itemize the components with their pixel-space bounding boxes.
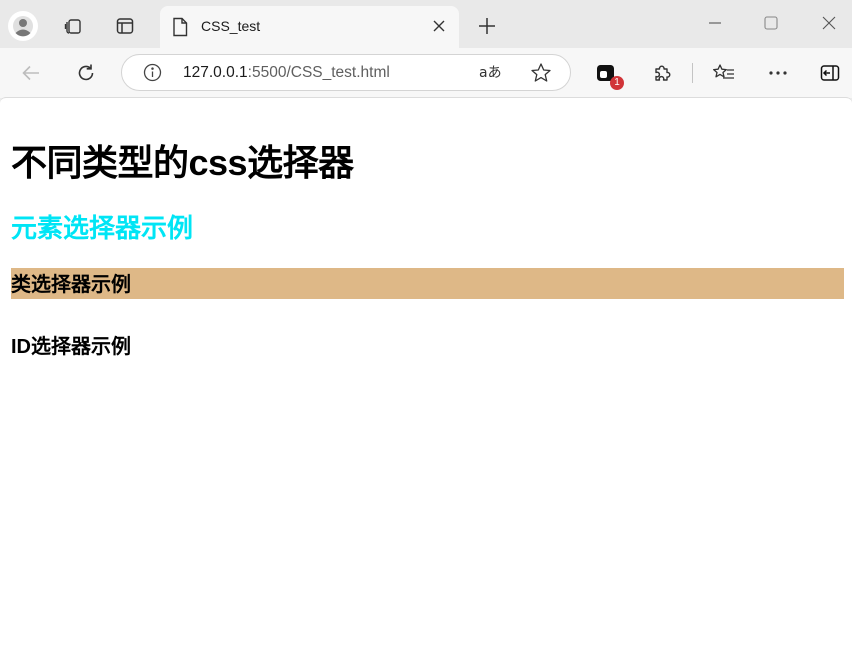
back-button[interactable]	[15, 57, 47, 89]
more-button[interactable]	[762, 57, 794, 89]
page-title: 不同类型的css选择器	[11, 142, 354, 183]
info-icon	[143, 63, 162, 82]
workspaces-button[interactable]	[55, 8, 91, 44]
window-close-icon	[822, 16, 836, 30]
read-aloud-button[interactable]: aあ	[479, 63, 503, 81]
read-aloud-icon: aあ	[479, 63, 503, 81]
workspaces-icon	[63, 16, 83, 36]
favorite-button[interactable]	[530, 62, 552, 84]
tab-title: CSS_test	[201, 18, 261, 34]
back-arrow-icon	[21, 63, 41, 83]
class-selector-heading: 类选择器示例	[11, 268, 844, 299]
extensions-button[interactable]	[646, 57, 678, 89]
star-icon	[530, 62, 552, 84]
favorites-list-icon	[713, 63, 735, 83]
refresh-button[interactable]	[70, 57, 102, 89]
element-selector-heading: 元素选择器示例	[11, 213, 194, 243]
id-selector-heading: ID选择器示例	[11, 336, 131, 358]
tab-actions-button[interactable]	[107, 8, 143, 44]
more-icon	[768, 70, 788, 76]
profile-icon	[12, 15, 34, 37]
tab-actions-icon	[115, 16, 135, 36]
url-path: :5500/CSS_test.html	[247, 64, 390, 81]
address-bar[interactable]: 127.0.0.1:5500/CSS_test.html aあ	[121, 54, 571, 91]
favorites-button[interactable]	[708, 57, 740, 89]
url-host: 127.0.0.1	[183, 64, 248, 81]
extension-badge: 1	[610, 76, 624, 90]
sidebar-icon	[820, 64, 840, 82]
maximize-icon	[764, 16, 778, 30]
browser-toolbar: 127.0.0.1:5500/CSS_test.html aあ	[0, 48, 852, 98]
minimize-icon	[709, 17, 721, 29]
minimize-button[interactable]	[697, 8, 733, 38]
close-tab-button[interactable]	[429, 16, 449, 36]
plus-icon	[478, 17, 496, 35]
profile-button[interactable]	[8, 11, 38, 41]
new-tab-button[interactable]	[469, 8, 505, 44]
url-text[interactable]: 127.0.0.1:5500/CSS_test.html	[183, 64, 390, 82]
svg-text:aあ: aあ	[479, 65, 502, 81]
tab-strip: CSS_test	[0, 0, 852, 48]
puzzle-icon	[652, 63, 672, 83]
refresh-icon	[76, 63, 96, 83]
page-icon	[172, 17, 188, 37]
toolbar-separator	[692, 63, 693, 83]
active-tab[interactable]: CSS_test	[160, 6, 459, 48]
page-viewport: 不同类型的css选择器 元素选择器示例 类选择器示例 ID选择器示例	[0, 97, 852, 647]
window-close-button[interactable]	[811, 8, 847, 38]
maximize-button[interactable]	[753, 8, 789, 38]
sidebar-button[interactable]	[814, 57, 846, 89]
close-icon	[433, 20, 445, 32]
